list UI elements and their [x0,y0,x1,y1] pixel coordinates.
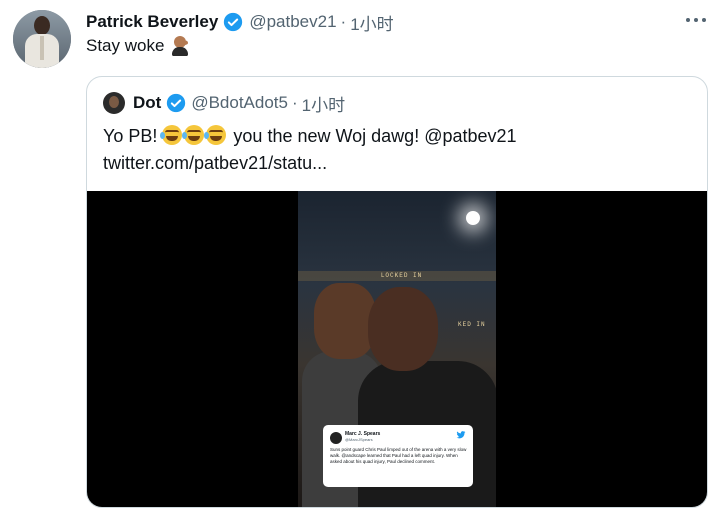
quoted-link[interactable]: twitter.com/patbev21/statu... [103,150,517,177]
embedded-avatar [330,432,342,444]
man-facepalming-emoji-icon [170,36,190,56]
quoted-text-end: you the new Woj dawg! @patbev21 [233,126,517,146]
separator-dot: · [291,93,298,112]
tears-of-joy-emoji-icon [204,125,227,145]
embedded-handle: @MarcJSpears [345,437,373,442]
embedded-tweet-card: Marc J. Spears @MarcJSpears Suns point g… [323,425,473,487]
arena-banner: LOCKED IN [298,271,496,281]
quoted-tweet-text: Yo PB! you the new Woj dawg! @patbev21 t… [103,123,517,177]
player-head [368,287,438,371]
player-head [314,283,376,359]
twitter-bird-icon [456,431,466,439]
quoted-tweet[interactable]: Dot @BdotAdot5 · 1小时 Yo PB! you the new … [86,76,708,508]
video-frame: LOCKED IN KED IN Marc J. Spears @MarcJSp… [298,191,496,507]
quoted-tweet-header: Dot @BdotAdot5 · 1小时 [103,91,345,115]
verified-badge-icon [224,12,243,32]
tears-of-joy-emoji-icon [160,125,183,145]
arena-banner-2: KED IN [458,321,486,328]
embedded-text: Suns point guard Chris Paul limped out o… [330,447,467,464]
author-handle[interactable]: @patbev21 [249,12,336,32]
tweet-header: Patrick Beverley @patbev21 · 1小时 [86,10,394,34]
arena-light [466,211,480,225]
quoted-author-name[interactable]: Dot [133,93,161,113]
more-options-icon[interactable] [684,12,708,28]
tweet-timestamp[interactable]: 1小时 [350,10,393,35]
quoted-text-start: Yo PB! [103,126,158,146]
video-player[interactable]: LOCKED IN KED IN Marc J. Spears @MarcJSp… [87,191,707,507]
tweet-text-content: Stay woke [86,36,165,55]
author-name[interactable]: Patrick Beverley [86,12,218,32]
quoted-timestamp[interactable]: 1小时 [302,91,345,116]
quoted-author-handle[interactable]: @BdotAdot5 [191,93,288,113]
tears-of-joy-emoji-icon [182,125,205,145]
quoted-author-avatar[interactable] [103,92,125,114]
verified-badge-icon [167,93,186,113]
tweet-text: Stay woke [86,36,190,56]
separator-dot: · [340,12,347,31]
author-avatar[interactable] [13,10,71,68]
